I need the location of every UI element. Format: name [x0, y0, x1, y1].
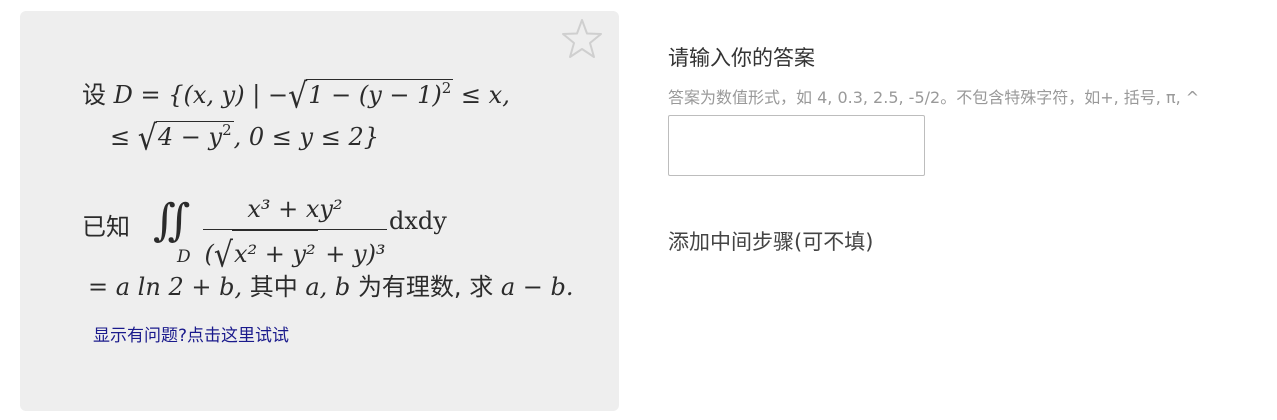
- sqrt-body-1: 1 − (y − 1): [308, 81, 442, 109]
- result-expression: = a ln 2 + b,: [88, 273, 243, 301]
- answer-title: 请输入你的答案: [668, 46, 815, 70]
- set-definition-line2: ≤ √4 − y2, 0 ≤ y ≤ 2}: [110, 118, 379, 159]
- set-expression-tail: ≤ x,: [453, 81, 510, 109]
- result-line: = a ln 2 + b, 其中 a, b 为有理数, 求 a − b.: [88, 267, 574, 302]
- result-text-2: 为有理数, 求: [357, 273, 494, 301]
- fraction-denominator: (√x² + y² + y)³: [203, 230, 387, 276]
- known-prefix: 已知: [82, 213, 130, 241]
- add-steps-link[interactable]: 添加中间步骤(可不填): [668, 226, 873, 256]
- differential: dxdy: [389, 207, 447, 235]
- question-card: 设 D = {(x, y) | −√1 − (y − 1)2 ≤ x, ≤ √4…: [20, 11, 619, 411]
- set-definition-line1: 设 D = {(x, y) | −√1 − (y − 1)2 ≤ x,: [82, 75, 510, 117]
- den-open: (: [204, 240, 214, 268]
- den-close: + y)³: [317, 240, 386, 268]
- star-icon[interactable]: [560, 17, 604, 61]
- sqrt-exp-1: 2: [441, 79, 452, 97]
- sqrt-expression-2: √4 − y2: [137, 118, 234, 159]
- display-problem-link[interactable]: 显示有问题?点击这里试试: [93, 321, 289, 346]
- result-target: a − b.: [500, 273, 574, 301]
- line2-prefix: ≤: [110, 123, 138, 151]
- integral-region: D: [177, 247, 191, 267]
- sqrt-expression-1: √1 − (y − 1)2: [288, 76, 454, 117]
- result-vars: a, b: [305, 273, 351, 301]
- line2-suffix: , 0 ≤ y ≤ 2}: [233, 123, 379, 151]
- sqrt-exp-2: 2: [222, 121, 232, 139]
- result-text-1: 其中: [249, 273, 298, 301]
- set-prefix: 设: [82, 81, 106, 109]
- double-integral-symbol: ∬: [153, 195, 191, 246]
- set-expression: D = {(x, y) | −: [113, 81, 289, 109]
- answer-input[interactable]: [668, 115, 925, 176]
- fraction-numerator: x³ + xy²: [203, 189, 387, 230]
- sqrt-body-2: 4 − y: [157, 123, 223, 151]
- answer-hint: 答案为数值形式，如 4, 0.3, 2.5, -5/2。不包含特殊字符，如+, …: [668, 88, 1200, 107]
- integrand-fraction: x³ + xy² (√x² + y² + y)³: [203, 189, 387, 276]
